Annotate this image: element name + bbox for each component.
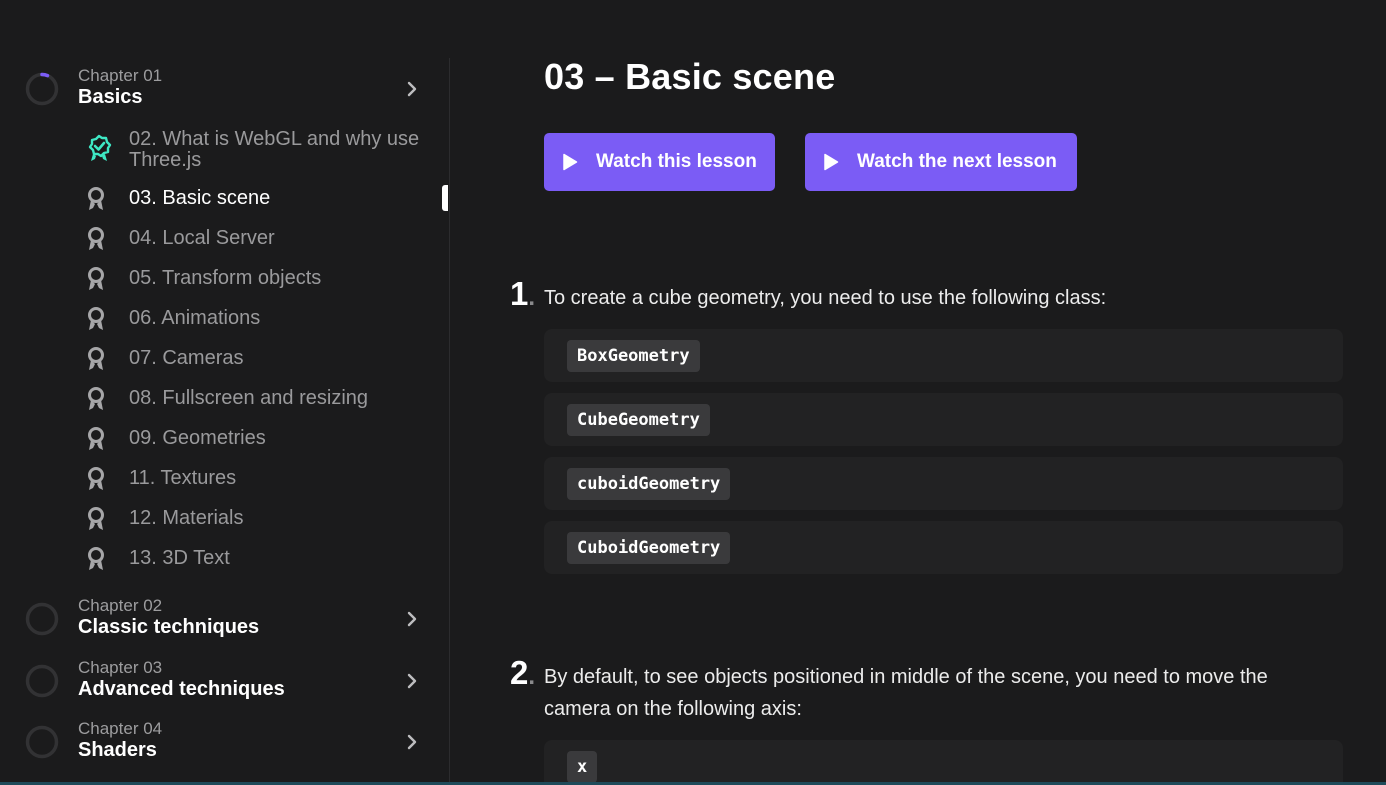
award-ribbon-icon [88, 347, 104, 370]
lesson-label: 07. Cameras [129, 347, 244, 369]
lesson-label: 11. Textures [129, 467, 237, 489]
answer-option[interactable]: CubeGeometry [544, 393, 1343, 446]
award-ribbon-icon [88, 427, 104, 450]
chapter-01-header[interactable]: Chapter 01 Basics [0, 66, 440, 112]
award-ribbon-icon [88, 467, 104, 490]
chapter-03-header[interactable]: Chapter 03 Advanced techniques [0, 658, 440, 704]
lesson-11[interactable]: 11. Textures [0, 458, 446, 498]
progress-ring-icon [25, 664, 59, 698]
question-text: To create a cube geometry, you need to u… [544, 287, 1107, 309]
question-number: 1. [510, 275, 536, 312]
quiz-content: 03 – Basic scene Watch this lesson Watch… [450, 0, 1386, 785]
award-ribbon-icon [88, 387, 104, 410]
active-lesson-marker [442, 185, 448, 211]
lesson-label: 03. Basic scene [129, 187, 271, 209]
award-check-icon [88, 134, 112, 161]
question-number-value: 2 [510, 654, 529, 691]
app-window: Chapter 01 Basics 02. What is WebGL and … [0, 0, 1386, 785]
lesson-label: 09. Geometries [129, 427, 266, 449]
answer-option[interactable]: BoxGeometry [544, 329, 1343, 382]
chapter-number: Chapter 01 [78, 66, 163, 85]
lesson-label: 13. 3D Text [129, 547, 230, 569]
question-number: 2. [510, 654, 536, 691]
chapter-title: Classic techniques [78, 616, 260, 638]
lesson-05[interactable]: 05. Transform objects [0, 258, 446, 298]
chapter-title: Advanced techniques [78, 678, 285, 700]
code-chip: CuboidGeometry [567, 532, 731, 564]
chevron-right-icon [407, 734, 417, 750]
lesson-08[interactable]: 08. Fullscreen and resizing [0, 378, 446, 418]
button-label: Watch this lesson [596, 151, 757, 172]
lesson-02[interactable]: 02. What is WebGL and why use Three.js [0, 128, 446, 172]
code-chip: x [567, 751, 598, 783]
lesson-09[interactable]: 09. Geometries [0, 418, 446, 458]
chapter-number: Chapter 03 [78, 658, 163, 677]
play-icon [563, 153, 578, 171]
chevron-right-icon [407, 81, 417, 97]
lesson-03[interactable]: 03. Basic scene [0, 178, 446, 218]
chapter-number: Chapter 04 [78, 719, 163, 738]
chevron-right-icon [407, 611, 417, 627]
chapter-04-header[interactable]: Chapter 04 Shaders [0, 719, 440, 765]
code-chip: cuboidGeometry [567, 468, 731, 500]
watch-this-lesson-button[interactable]: Watch this lesson [544, 133, 775, 191]
progress-ring-icon [25, 725, 59, 759]
lesson-label: 06. Animations [129, 307, 261, 329]
page-title: 03 – Basic scene [544, 56, 836, 97]
award-ribbon-icon [88, 307, 104, 330]
question-number-value: 1 [510, 275, 529, 312]
answer-option[interactable]: cuboidGeometry [544, 457, 1343, 510]
chapter-02-header[interactable]: Chapter 02 Classic techniques [0, 596, 440, 642]
lesson-04[interactable]: 04. Local Server [0, 218, 446, 258]
chapter-title: Shaders [78, 739, 157, 761]
lesson-label: 08. Fullscreen and resizing [129, 387, 369, 409]
award-ribbon-icon [88, 507, 104, 530]
award-ribbon-icon [88, 227, 104, 250]
code-chip: CubeGeometry [567, 404, 710, 436]
lesson-label: 05. Transform objects [129, 267, 322, 289]
progress-ring-icon [25, 72, 59, 106]
lesson-label: 02. What is WebGL and why use Three.js [129, 128, 420, 171]
play-icon [824, 153, 839, 171]
chapter-number: Chapter 02 [78, 596, 163, 615]
code-chip: BoxGeometry [567, 340, 700, 372]
answer-option[interactable]: x [544, 740, 1343, 785]
award-ribbon-icon [88, 187, 104, 210]
answer-option[interactable]: CuboidGeometry [544, 521, 1343, 574]
question-text: By default, to see objects positioned in… [544, 666, 1268, 720]
lesson-06[interactable]: 06. Animations [0, 298, 446, 338]
award-ribbon-icon [88, 547, 104, 570]
chapter-title: Basics [78, 86, 143, 108]
progress-ring-icon [25, 602, 59, 636]
lesson-13[interactable]: 13. 3D Text [0, 538, 446, 578]
lesson-label: 04. Local Server [129, 227, 275, 249]
lesson-07[interactable]: 07. Cameras [0, 338, 446, 378]
award-ribbon-icon [88, 267, 104, 290]
button-label: Watch the next lesson [857, 151, 1057, 172]
lesson-label: 12. Materials [129, 507, 244, 529]
course-sidebar: Chapter 01 Basics 02. What is WebGL and … [0, 0, 450, 785]
watch-next-lesson-button[interactable]: Watch the next lesson [805, 133, 1077, 191]
chevron-right-icon [407, 673, 417, 689]
lesson-12[interactable]: 12. Materials [0, 498, 446, 538]
